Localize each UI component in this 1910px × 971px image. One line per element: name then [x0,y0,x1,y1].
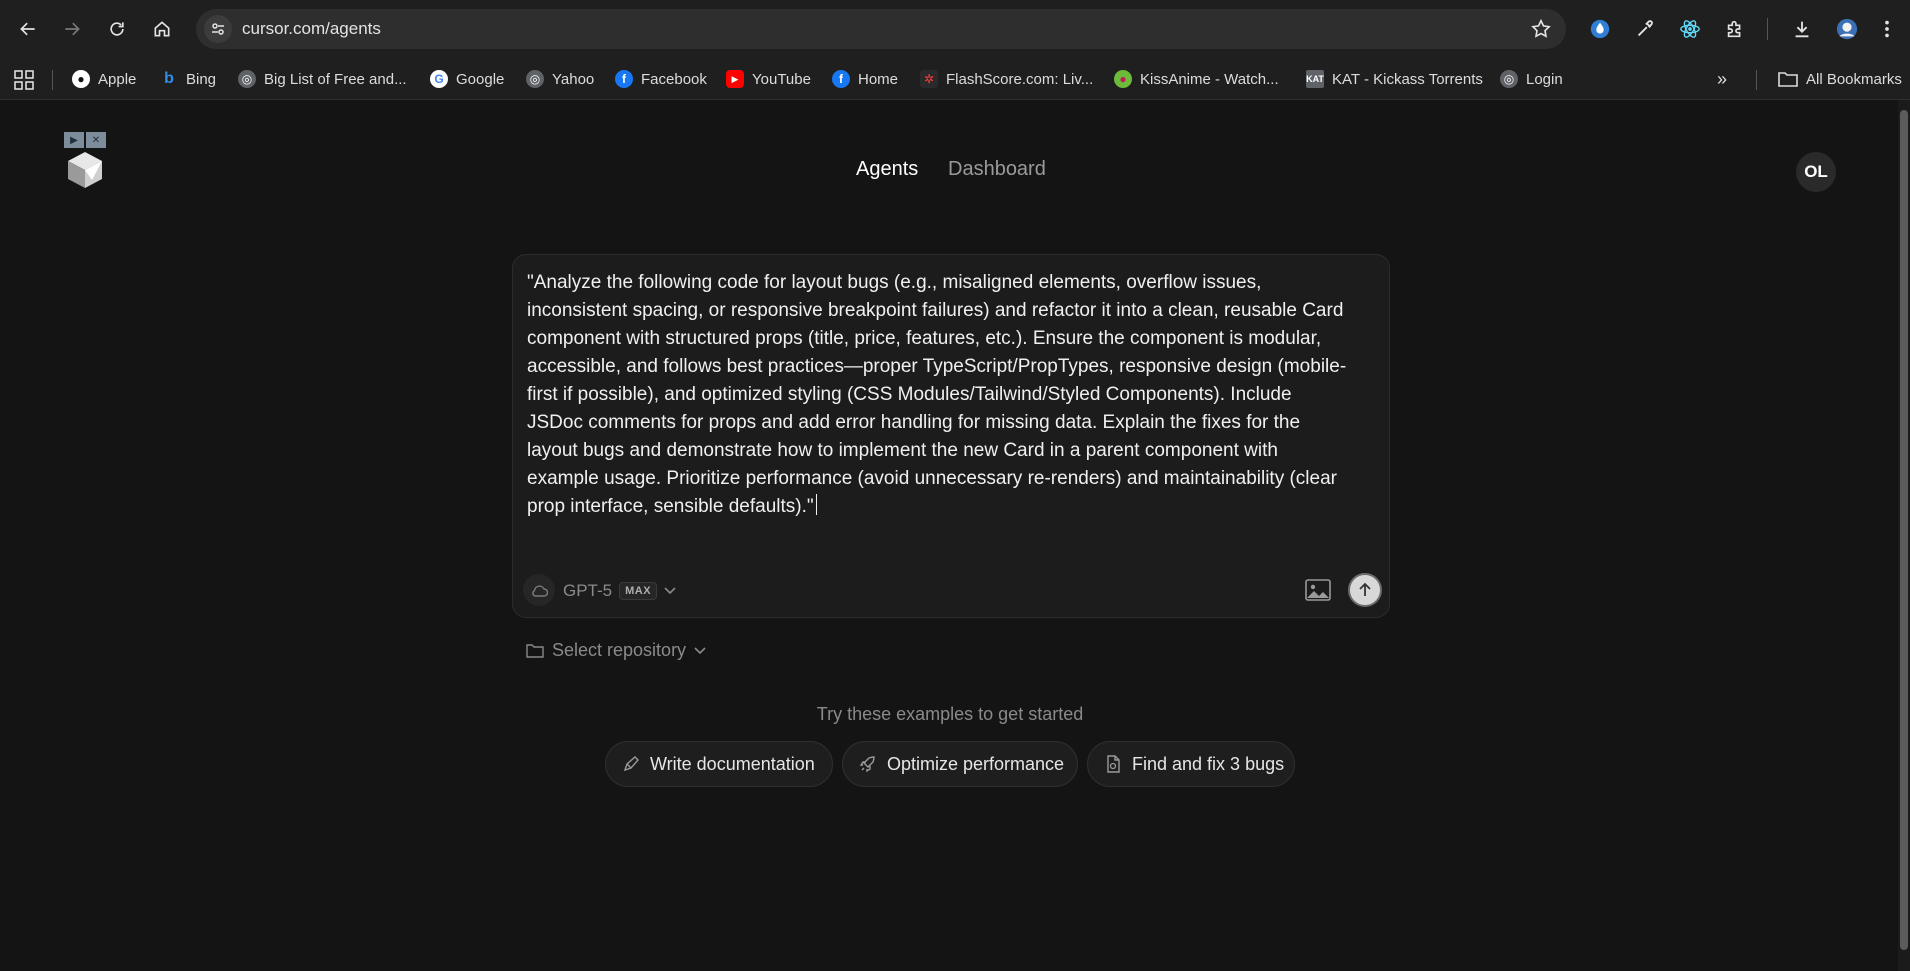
page-scrollbar[interactable] [1898,100,1910,971]
globe-icon: ◎ [1500,70,1518,88]
extension-drop[interactable] [1587,16,1613,42]
nav-agents[interactable]: Agents [856,158,918,181]
folder-icon [1778,72,1798,87]
cloud-icon [532,585,548,597]
bookmark-youtube[interactable]: ▶ YouTube [726,68,811,90]
bookmark-bing[interactable]: b Bing [160,68,216,90]
chevron-down-icon [694,646,706,654]
reload-button[interactable] [101,13,133,45]
folder-icon [526,644,544,658]
send-button[interactable] [1348,573,1382,607]
facebook-icon: f [832,70,850,88]
tune-icon [212,23,224,35]
apple-icon: ● [72,70,90,88]
play-icon: ▶ [64,132,84,148]
bookmark-login[interactable]: ◎ Login [1500,68,1563,90]
max-badge: MAX [619,582,658,600]
extensions-button[interactable] [1722,16,1748,42]
text-caret [815,494,817,515]
globe-icon: ◎ [238,70,256,88]
arrow-left-icon [20,22,35,36]
bookmark-kissanime[interactable]: ● KissAnime - Watch... [1114,68,1279,90]
close-icon: ✕ [86,132,106,148]
pen-icon [623,756,639,772]
reload-icon [110,22,124,36]
site-info-button[interactable] [204,15,232,43]
profile-button[interactable] [1834,16,1860,42]
bookmark-home[interactable]: f Home [832,68,898,90]
model-name: GPT-5 [563,581,613,600]
example-find-fix-bugs[interactable]: Find and fix 3 bugs [1087,741,1295,787]
ad-badge[interactable]: ▶ ✕ [64,132,106,148]
bookmark-google[interactable]: G Google [430,68,504,90]
back-button[interactable] [12,13,44,45]
forward-button[interactable] [56,13,88,45]
example-write-documentation[interactable]: Write documentation [605,741,833,787]
model-selector[interactable]: GPT-5 MAX [563,581,676,601]
home-icon [154,21,170,37]
prompt-composer: "Analyze the following code for layout b… [512,254,1390,618]
all-bookmarks-button[interactable]: All Bookmarks [1778,68,1902,90]
bookmarks-bar: ● Apple b Bing ◎ Big List of Free and... GG… [0,58,1910,100]
more-bookmarks-button[interactable]: » [1717,68,1727,90]
bookmark-yahoo[interactable]: ◎ Yahoo [526,68,594,90]
home-button[interactable] [146,13,178,45]
download-icon [1795,21,1809,38]
kat-icon: KAT [1306,70,1324,88]
browser-toolbar: cursor.com/agents [0,0,1910,58]
repository-selector[interactable]: Select repository [526,640,706,661]
prompt-input[interactable]: "Analyze the following code for layout b… [527,269,1347,521]
cloud-agent-toggle[interactable] [523,574,555,606]
chevron-down-icon [664,587,676,595]
kissanime-icon: ● [1114,70,1132,88]
profile-avatar-icon [1836,18,1858,40]
bookmark-apple[interactable]: ● Apple [72,68,136,90]
chevron-double-right-icon: » [1717,68,1728,89]
globe-icon: ◎ [526,70,544,88]
eyedropper-icon [1637,20,1653,37]
browser-menu-button[interactable] [1874,16,1900,42]
extension-react[interactable] [1677,16,1703,42]
flashscore-icon: ✲ [920,70,938,88]
youtube-icon: ▶ [726,70,744,88]
apps-grid-icon[interactable] [14,70,34,90]
bookmark-big-list[interactable]: ◎ Big List of Free and... [238,68,407,90]
top-navigation: Agents Dashboard [0,158,1898,186]
downloads-button[interactable] [1789,16,1815,42]
nav-dashboard[interactable]: Dashboard [948,158,1046,181]
bookmark-facebook[interactable]: f Facebook [615,68,707,90]
bookmark-star-icon[interactable] [1530,18,1552,40]
image-upload-icon[interactable] [1305,579,1331,601]
user-avatar[interactable]: OL [1796,152,1836,192]
bookmark-flashscore[interactable]: ✲ FlashScore.com: Liv... [920,68,1093,90]
bookmarks-divider [52,70,53,90]
rocket-icon [859,756,875,773]
address-bar[interactable]: cursor.com/agents [196,9,1566,49]
arrow-up-icon [1359,582,1371,596]
file-bug-icon [1107,755,1120,773]
toolbar-divider [1767,18,1768,40]
facebook-icon: f [615,70,633,88]
bookmark-kat[interactable]: KAT KAT - Kickass Torrents [1306,68,1483,90]
arrow-right-icon [65,22,80,36]
repository-label: Select repository [552,640,687,660]
google-icon: G [430,70,448,88]
example-optimize-performance[interactable]: Optimize performance [842,741,1078,787]
more-vertical-icon [1885,20,1889,38]
bookmarks-divider [1756,70,1757,90]
examples-heading: Try these examples to get started [816,704,1084,724]
bing-icon: b [164,70,174,87]
url-text[interactable]: cursor.com/agents [242,19,381,39]
puzzle-icon [1727,20,1741,38]
extension-eyedropper[interactable] [1632,16,1658,42]
drop-icon [1590,19,1610,39]
scrollbar-thumb[interactable] [1900,110,1908,950]
react-icon [1680,20,1700,38]
